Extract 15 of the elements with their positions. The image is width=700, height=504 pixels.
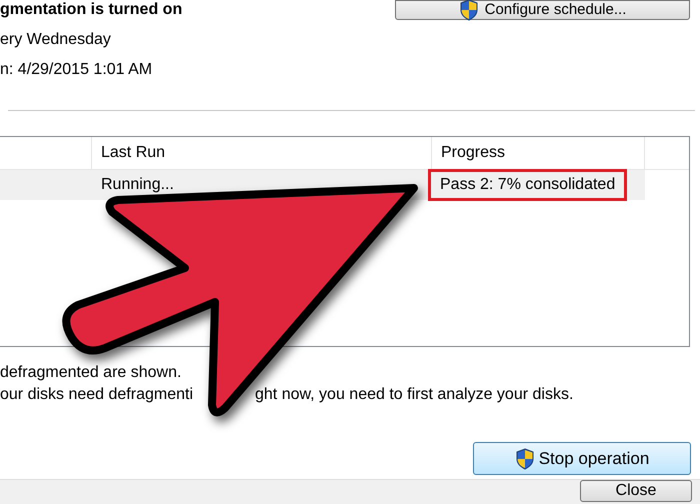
stop-operation-button[interactable]: Stop operation: [473, 442, 691, 475]
note-text: defragmented are shown.: [0, 363, 182, 383]
note-text: ght now, you need to first analyze your disks.: [255, 385, 574, 405]
shield-icon: [458, 0, 479, 21]
note-text: our disks need defragmenti: [0, 385, 193, 405]
close-button[interactable]: Close: [580, 480, 692, 502]
column-header[interactable]: Last Run: [92, 136, 432, 169]
shield-icon: [514, 448, 535, 470]
frequency-text: ery Wednesday: [0, 30, 112, 50]
column-header[interactable]: Progress: [432, 136, 645, 169]
table-cell: Pass 2: 7% consolidated: [428, 168, 628, 201]
configure-schedule-button[interactable]: Configure schedule...: [395, 0, 690, 20]
next-run-text: n: 4/29/2015 1:01 AM: [0, 60, 154, 80]
status-text: gmentation is turned on: [0, 0, 182, 20]
table-cell-text: Running...: [100, 174, 175, 195]
